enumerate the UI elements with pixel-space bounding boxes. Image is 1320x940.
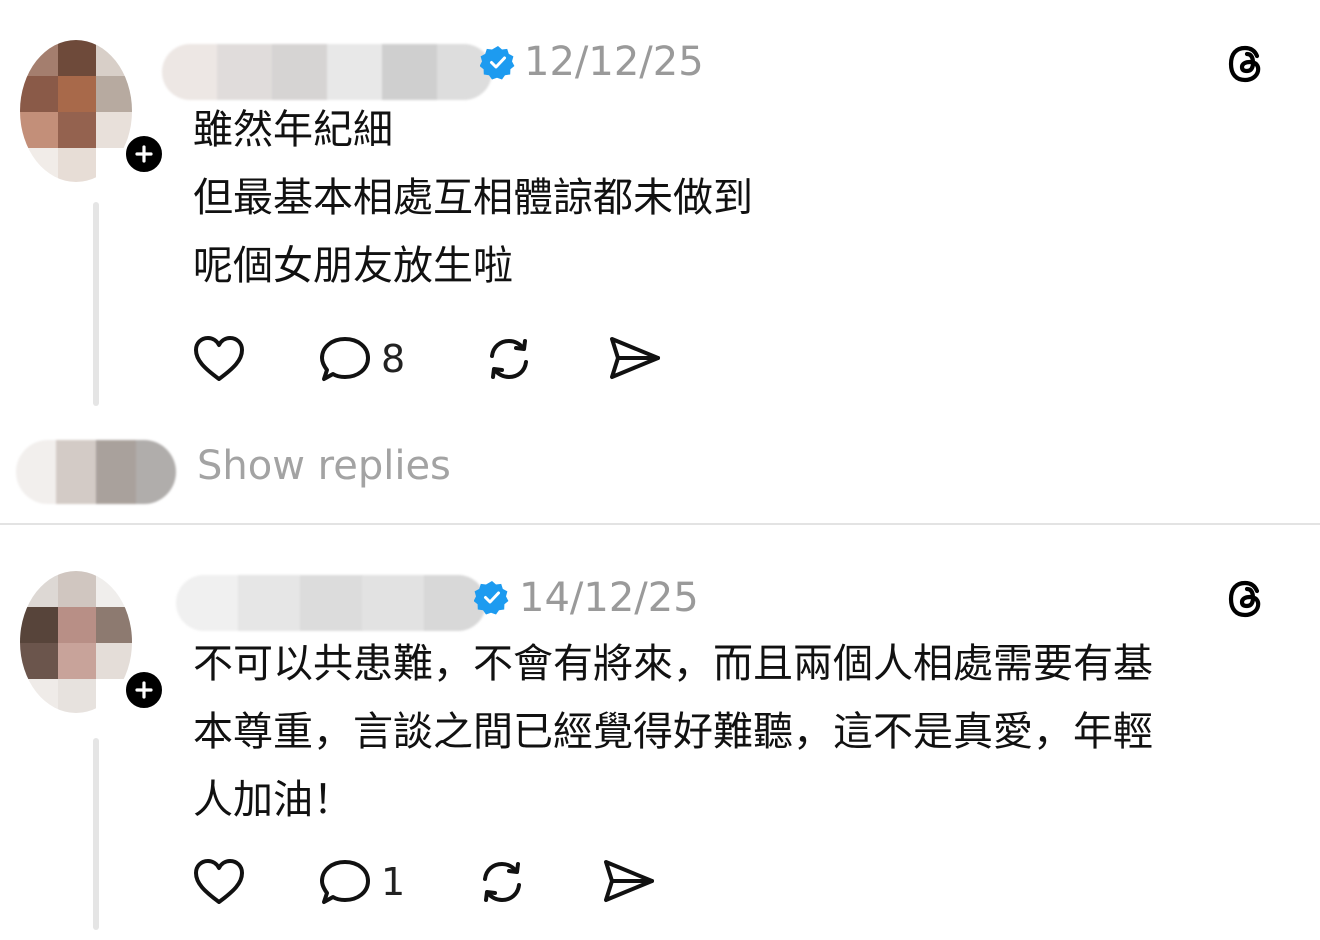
like-button[interactable] <box>192 334 246 384</box>
heart-icon <box>194 859 244 904</box>
show-replies-link[interactable]: Show replies <box>197 442 451 490</box>
thread-line <box>93 738 99 930</box>
divider <box>0 523 1320 525</box>
follow-button[interactable] <box>123 669 165 711</box>
speech-bubble-icon <box>320 860 370 904</box>
send-icon <box>604 860 654 902</box>
reply-button[interactable]: 1 <box>319 857 405 907</box>
plus-icon <box>135 145 153 163</box>
post-date: 12/12/25 <box>524 39 704 85</box>
like-button[interactable] <box>192 857 246 907</box>
verified-badge-icon <box>474 581 509 615</box>
repost-button[interactable] <box>481 331 537 387</box>
post-body: 雖然年紀細 但最基本相處互相體諒都未做到 呢個女朋友放生啦 <box>193 96 753 300</box>
send-icon <box>610 337 660 379</box>
post-date: 14/12/25 <box>519 575 699 621</box>
post-text-line: 呢個女朋友放生啦 <box>193 243 513 289</box>
avatar[interactable] <box>20 40 132 182</box>
reply-avatars <box>16 440 176 504</box>
post-text-line: 不可以共患難，不會有將來，而且兩個人相處需要有基 <box>193 641 1153 687</box>
post-text-line: 但最基本相處互相體諒都未做到 <box>193 175 753 221</box>
username[interactable] <box>162 44 492 100</box>
share-button[interactable] <box>606 333 662 383</box>
threads-logo-icon[interactable] <box>1224 40 1270 88</box>
reply-count: 8 <box>381 337 406 381</box>
follow-button[interactable] <box>123 133 165 175</box>
post-text-line: 人加油！ <box>193 777 353 823</box>
repost-icon <box>490 338 528 380</box>
reply-button[interactable]: 8 <box>319 334 405 384</box>
username[interactable] <box>176 575 486 631</box>
post-body: 不可以共患難，不會有將來，而且兩個人相處需要有基 本尊重，言談之間已經覺得好難聽… <box>193 630 1153 834</box>
plus-icon <box>135 681 153 699</box>
threads-logo-icon[interactable] <box>1224 575 1270 623</box>
repost-button[interactable] <box>474 854 530 910</box>
repost-icon <box>483 861 521 903</box>
post-text-line: 雖然年紀細 <box>193 107 393 153</box>
verified-badge-icon <box>480 46 515 80</box>
reply-count: 1 <box>381 860 406 904</box>
thread-line <box>93 202 99 406</box>
heart-icon <box>194 336 244 381</box>
avatar[interactable] <box>20 571 132 713</box>
speech-bubble-icon <box>320 337 370 381</box>
post-text-line: 本尊重，言談之間已經覺得好難聽，這不是真愛，年輕 <box>193 709 1153 755</box>
share-button[interactable] <box>600 856 656 906</box>
